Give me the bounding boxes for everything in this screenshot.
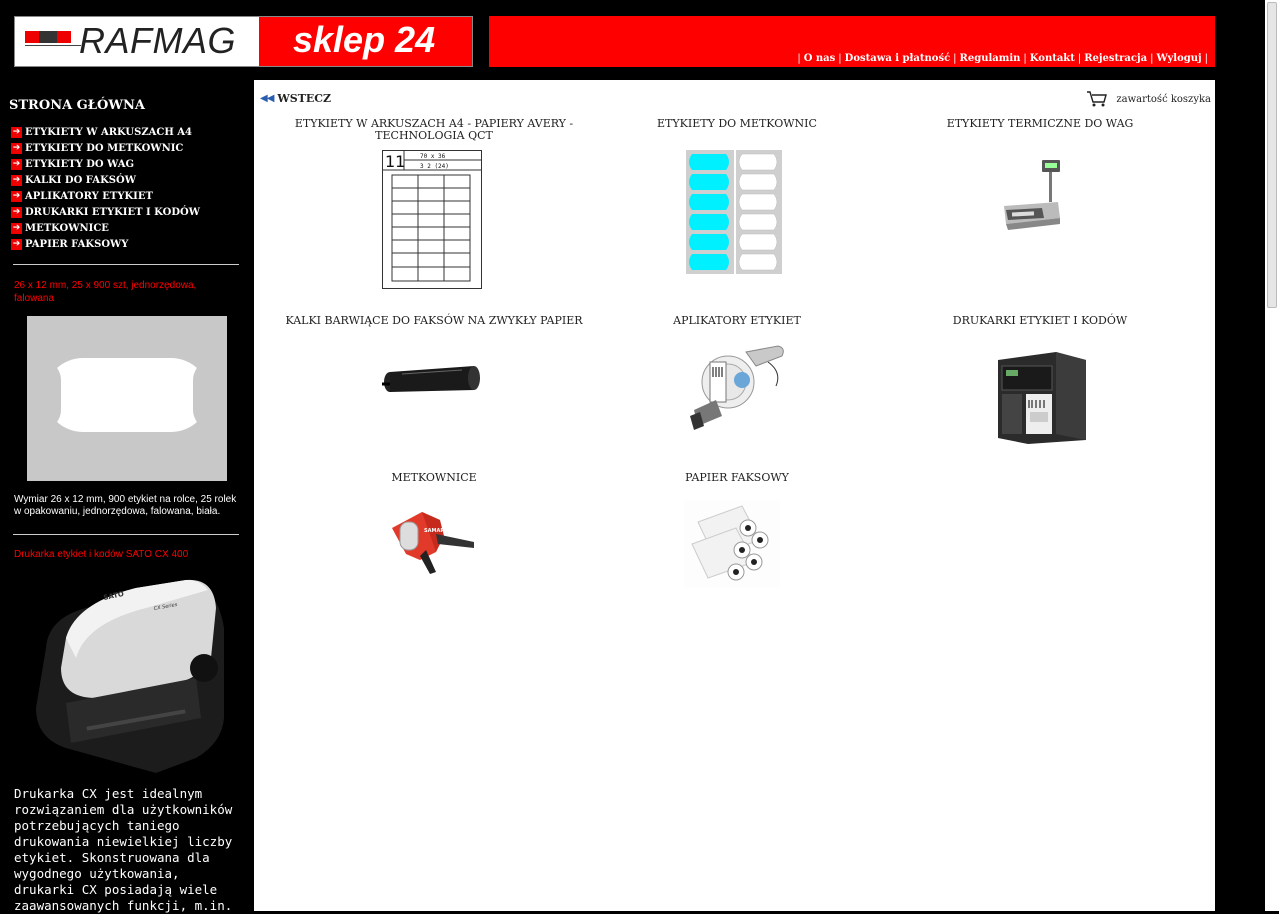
logo-mark-icon [25, 31, 81, 46]
logo-brand-text: RAFMAG [79, 20, 237, 61]
arrow-right-icon: ➔ [11, 158, 22, 170]
arrow-right-icon: ➔ [11, 238, 22, 250]
sheet-count-text: 3 2 (24) [420, 163, 449, 170]
cart-label: zawartość koszyka [1116, 93, 1211, 105]
logo-shop-text: sklep 24 [293, 19, 436, 60]
nav-delivery-link[interactable]: Dostawa i płatność [845, 53, 951, 64]
category-link[interactable]: ETYKIETY DO WAG [25, 159, 134, 170]
logo-brand-area: RAFMAG [15, 17, 257, 66]
category-tile-fax-ribbons[interactable]: KALKI BARWIĄCE DO FAKSÓW NA ZWYKŁY PAPIE… [284, 315, 584, 327]
pricing-gun-image[interactable]: SAMARK [386, 508, 478, 574]
wavy-label-shape [37, 358, 217, 432]
category-tile-fax-paper[interactable]: PAPIER FAKSOWY [587, 472, 887, 484]
pricing-gun-brand-text: SAMARK [424, 528, 449, 534]
divider [13, 264, 239, 265]
nav-about-link[interactable]: O nas [804, 53, 836, 64]
sidebar: STRONA GŁÓWNA ➔ ETYKIETY W ARKUSZACH A4 ➔… [0, 80, 254, 913]
category-item[interactable]: ➔ ETYKIETY DO METKOWNIC [11, 140, 200, 156]
category-tile-a4-labels[interactable]: ETYKIETY W ARKUSZACH A4 - PAPIERY AVERY … [284, 118, 584, 142]
main-content: ◀◀ WSTECZ zawartość koszyka ETYKIETY W A… [254, 80, 1215, 911]
category-link[interactable]: ETYKIETY W ARKUSZACH A4 [25, 127, 192, 138]
tile-title: DRUKARKI ETYKIET I KODÓW [952, 314, 1128, 327]
fax-ribbon-roll-image[interactable] [382, 362, 482, 402]
back-link[interactable]: ◀◀ WSTECZ [260, 92, 331, 105]
category-link[interactable]: APLIKATORY ETYKIET [25, 191, 153, 202]
promo-printer-title[interactable]: Drukarka etykiet i kodów SATO CX 400 [14, 548, 236, 561]
arrow-right-icon: ➔ [11, 222, 22, 234]
site-logo[interactable]: RAFMAG sklep 24 [14, 16, 473, 67]
scrollbar-thumb[interactable] [1267, 2, 1277, 308]
price-label-image[interactable] [27, 316, 227, 481]
category-link[interactable]: ETYKIETY DO METKOWNIC [25, 143, 183, 154]
category-item[interactable]: ➔ METKOWNICE [11, 220, 200, 236]
nav-register-link[interactable]: Rejestracja [1084, 53, 1147, 64]
category-tile-pricing-labels[interactable]: ETYKIETY DO METKOWNIC [587, 118, 887, 130]
category-item[interactable]: ➔ APLIKATORY ETYKIET [11, 188, 200, 204]
weighing-scale-image[interactable] [1002, 158, 1062, 234]
label-applicator-image[interactable] [686, 342, 788, 432]
tile-title: PAPIER FAKSOWY [685, 471, 789, 484]
category-tile-pricing-guns[interactable]: METKOWNICE [284, 472, 584, 484]
arrow-right-icon: ➔ [11, 142, 22, 154]
arrow-right-icon: ➔ [11, 174, 22, 186]
nav-logout-link[interactable]: Wyloguj [1156, 53, 1201, 64]
tile-title: KALKI BARWIĄCE DO FAKSÓW NA ZWYKŁY PAPIE… [285, 314, 583, 327]
home-link[interactable]: STRONA GŁÓWNA [9, 98, 145, 113]
back-label: WSTECZ [277, 92, 332, 105]
promo-printer-description: Drukarka CX jest idealnym rozwiązaniem d… [14, 786, 233, 913]
arrow-right-icon: ➔ [11, 126, 22, 138]
nav-terms-link[interactable]: Regulamin [960, 53, 1021, 64]
double-chevron-left-icon: ◀◀ [260, 93, 274, 104]
logo-shop-area: sklep 24 [257, 17, 472, 66]
promo-label-description: Wymiar 26 x 12 mm, 900 etykiet na rolce,… [14, 494, 237, 517]
category-link[interactable]: PAPIER FAKSOWY [25, 239, 128, 250]
category-tile-label-applicators[interactable]: APLIKATORY ETYKIET [587, 315, 887, 327]
page-scrollbar[interactable] [1265, 0, 1279, 911]
arrow-right-icon: ➔ [11, 190, 22, 202]
a4-label-sheet-image[interactable]: 11 70 x 36 3 2 (24) [382, 150, 482, 289]
tile-title: ETYKIETY DO METKOWNIC [657, 117, 817, 130]
category-item[interactable]: ➔ DRUKARKI ETYKIET I KODÓW [11, 204, 200, 220]
tile-title: ETYKIETY W ARKUSZACH A4 - PAPIERY AVERY … [294, 117, 574, 142]
pricing-labels-image[interactable] [686, 150, 782, 274]
promo-label-title[interactable]: 26 x 12 mm, 25 x 900 szt, jednorzędowa, … [14, 279, 236, 305]
nav-contact-link[interactable]: Kontakt [1030, 53, 1075, 64]
cart-link[interactable]: zawartość koszyka [1086, 90, 1211, 108]
tile-title: METKOWNICE [391, 471, 477, 484]
tile-title: ETYKIETY TERMICZNE DO WAG [946, 117, 1134, 130]
fax-paper-rolls-image[interactable] [684, 500, 780, 588]
category-item[interactable]: ➔ ETYKIETY W ARKUSZACH A4 [11, 124, 200, 140]
sheet-size-text: 70 x 36 [420, 153, 446, 160]
category-item[interactable]: ➔ ETYKIETY DO WAG [11, 156, 200, 172]
top-navigation: | O nas | Dostawa i płatność | Regulamin | Kont… [797, 53, 1208, 64]
category-link[interactable]: METKOWNICE [25, 223, 109, 234]
shopping-cart-icon [1087, 91, 1108, 107]
sheet-number-text: 11 [385, 152, 405, 171]
top-bar: | O nas | Dostawa i płatność | Regulamin | Kont… [489, 16, 1215, 67]
category-item[interactable]: ➔ KALKI DO FAKSÓW [11, 172, 200, 188]
category-tile-label-printers[interactable]: DRUKARKI ETYKIET I KODÓW [890, 315, 1190, 327]
category-item[interactable]: ➔ PAPIER FAKSOWY [11, 236, 200, 252]
category-link[interactable]: KALKI DO FAKSÓW [25, 175, 136, 186]
sato-printer-image[interactable]: SATO CX Series [26, 568, 228, 776]
category-tile-scale-labels[interactable]: ETYKIETY TERMICZNE DO WAG [890, 118, 1190, 130]
divider [13, 534, 239, 535]
industrial-printer-image[interactable] [996, 350, 1088, 444]
category-link[interactable]: DRUKARKI ETYKIET I KODÓW [25, 207, 200, 218]
tile-title: APLIKATORY ETYKIET [673, 314, 801, 327]
category-list: ➔ ETYKIETY W ARKUSZACH A4 ➔ ETYKIETY DO ME… [11, 124, 200, 252]
arrow-right-icon: ➔ [11, 206, 22, 218]
